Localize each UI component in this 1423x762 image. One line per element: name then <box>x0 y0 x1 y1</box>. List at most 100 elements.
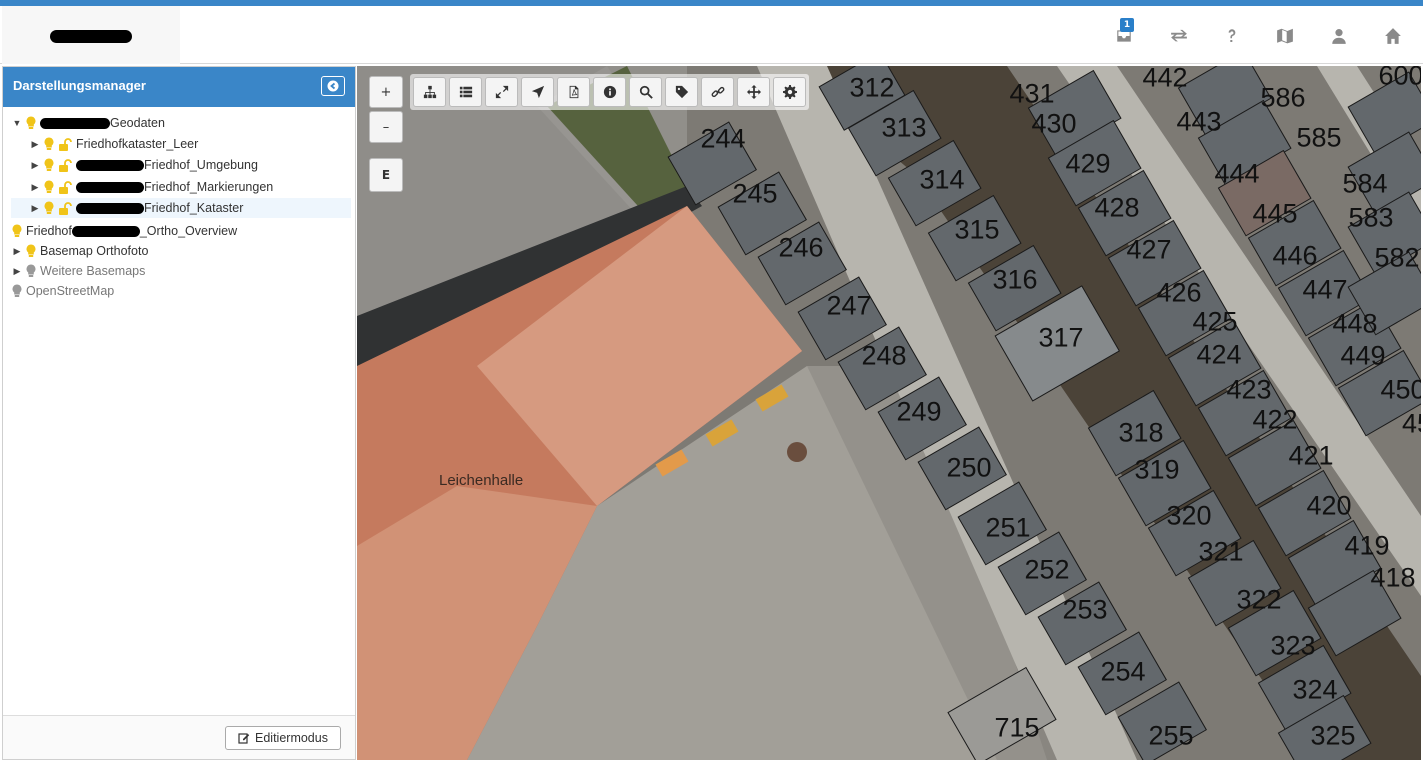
zoom-out-button[interactable]: – <box>369 111 403 143</box>
grave-number-label: 315 <box>954 214 1000 245</box>
panel-header: Darstellungsmanager <box>3 67 355 107</box>
help-icon[interactable] <box>1219 23 1245 49</box>
grave-number-label: 586 <box>1260 82 1306 113</box>
map-icon[interactable] <box>1272 23 1298 49</box>
unlock-icon[interactable] <box>58 137 72 151</box>
lightbulb-icon[interactable] <box>43 180 55 194</box>
grave-number-label: 325 <box>1310 720 1356 751</box>
lightbulb-icon[interactable] <box>25 116 37 130</box>
grave-number-label: 419 <box>1344 530 1390 561</box>
caret-right-icon[interactable]: ▶ <box>29 182 41 193</box>
map-canvas[interactable]: + – E Leichenhalle 312 431 442 586 600 244 313… <box>357 66 1421 760</box>
tree-node-weitere-basemaps[interactable]: ▶ Weitere Basemaps <box>11 261 146 281</box>
grave-number-label: 248 <box>861 340 907 371</box>
expand-icon[interactable] <box>485 77 518 107</box>
tree-label-prefix: Friedhof <box>26 224 72 238</box>
grave-number-label: 313 <box>881 112 927 143</box>
grave-number-label: 584 <box>1342 168 1388 199</box>
grave-number-label: 421 <box>1288 440 1334 471</box>
grave-number-label: 585 <box>1296 122 1342 153</box>
collapse-panel-button[interactable] <box>321 76 345 96</box>
e-button[interactable]: E <box>369 158 403 192</box>
search-icon[interactable] <box>629 77 662 107</box>
grave-number-label: 250 <box>946 452 992 483</box>
tree-node-ortho-overview[interactable]: Friedhof _Ortho_Overview <box>9 221 237 241</box>
grave-number-label: 324 <box>1292 674 1338 705</box>
redacted-text <box>40 117 110 129</box>
grave-number-label: 443 <box>1176 106 1222 137</box>
tag-icon[interactable] <box>665 77 698 107</box>
sitemap-icon[interactable] <box>413 77 446 107</box>
user-icon[interactable] <box>1326 23 1352 49</box>
redacted-text <box>71 225 140 237</box>
locate-icon[interactable] <box>521 77 554 107</box>
swap-icon[interactable] <box>1166 23 1192 49</box>
unlock-icon[interactable] <box>58 201 72 215</box>
caret-right-icon[interactable]: ▶ <box>29 203 41 214</box>
grave-number-label: 428 <box>1094 192 1140 223</box>
grave-number-label: 251 <box>985 512 1031 543</box>
pdf-icon[interactable] <box>557 77 590 107</box>
caret-right-icon[interactable]: ▶ <box>29 139 41 150</box>
caret-right-icon[interactable]: ▶ <box>29 160 41 171</box>
lightbulb-icon[interactable] <box>43 137 55 151</box>
grave-number-label: 600 <box>1378 66 1421 91</box>
tree-label-suffix: _Ortho_Overview <box>139 224 238 238</box>
grave-number-label: 448 <box>1332 308 1378 339</box>
grave-number-label: 446 <box>1272 240 1318 271</box>
grave-number-label: 422 <box>1252 404 1298 435</box>
notification-badge: 1 <box>1120 18 1134 32</box>
tree-node-friedhof-kataster[interactable]: ▶ Friedhof_Kataster <box>11 198 351 218</box>
lightbulb-icon[interactable] <box>25 244 37 258</box>
lightbulb-off-icon[interactable] <box>25 264 37 278</box>
tree-label: Friedhof_Kataster <box>144 201 244 215</box>
caret-right-icon[interactable]: ▶ <box>11 266 23 277</box>
move-icon[interactable] <box>737 77 770 107</box>
lightbulb-icon[interactable] <box>43 201 55 215</box>
tree-node-geodaten[interactable]: ▼ Geodaten <box>11 113 165 133</box>
tree-label: Basemap Orthofoto <box>40 244 149 258</box>
tree-node-friedhof-umgebung[interactable]: ▶ Friedhof_Umgebung <box>29 155 258 175</box>
building-label: Leichenhalle <box>439 472 524 489</box>
lightbulb-icon[interactable] <box>43 158 55 172</box>
info-icon[interactable] <box>593 77 626 107</box>
unlock-icon[interactable] <box>58 158 72 172</box>
grave-number-label: 430 <box>1031 108 1077 139</box>
home-icon[interactable] <box>1380 23 1406 49</box>
panel-footer: Editiermodus <box>3 715 355 759</box>
tree-label: Friedhof_Umgebung <box>144 158 258 172</box>
tree-node-basemap-orthofoto[interactable]: ▶ Basemap Orthofoto <box>11 241 149 261</box>
tree-node-friedhofkataster-leer[interactable]: ▶ Friedhofkataster_Leer <box>29 134 199 154</box>
tree-label: Friedhofkataster_Leer <box>76 137 199 151</box>
unlock-icon[interactable] <box>58 180 72 194</box>
tree-node-friedhof-markierungen[interactable]: ▶ Friedhof_Markierungen <box>29 177 274 197</box>
grave-number-label: 318 <box>1118 417 1164 448</box>
tree-label: Friedhof_Markierungen <box>144 180 274 194</box>
grave-number-label: 247 <box>826 290 872 321</box>
grave-number-label: 447 <box>1302 274 1348 305</box>
caret-right-icon[interactable]: ▶ <box>11 246 23 257</box>
redacted-text <box>76 181 144 193</box>
app-header: 1 <box>0 6 1423 64</box>
grave-number-label: 254 <box>1100 656 1146 687</box>
list-icon[interactable] <box>449 77 482 107</box>
grave-number-label: 321 <box>1198 536 1244 567</box>
lightbulb-icon[interactable] <box>11 224 23 238</box>
caret-down-icon[interactable]: ▼ <box>11 118 23 128</box>
gear-icon[interactable] <box>773 77 806 107</box>
edit-mode-button[interactable]: Editiermodus <box>225 726 341 750</box>
grave-number-label: 431 <box>1009 78 1055 109</box>
redacted-text <box>76 159 144 171</box>
link-icon[interactable] <box>701 77 734 107</box>
tree-label: OpenStreetMap <box>26 284 115 298</box>
grave-number-label: 323 <box>1270 630 1316 661</box>
grave-number-label: 425 <box>1192 306 1238 337</box>
grave-number-label: 312 <box>849 72 895 103</box>
inbox-icon[interactable]: 1 <box>1111 18 1137 49</box>
zoom-in-button[interactable]: + <box>369 76 403 108</box>
lightbulb-off-icon[interactable] <box>11 284 23 298</box>
grave-number-label: 450 <box>1380 374 1421 405</box>
logo <box>2 6 180 64</box>
grave-number-label: 418 <box>1370 562 1416 593</box>
tree-node-openstreetmap[interactable]: OpenStreetMap <box>9 281 114 301</box>
